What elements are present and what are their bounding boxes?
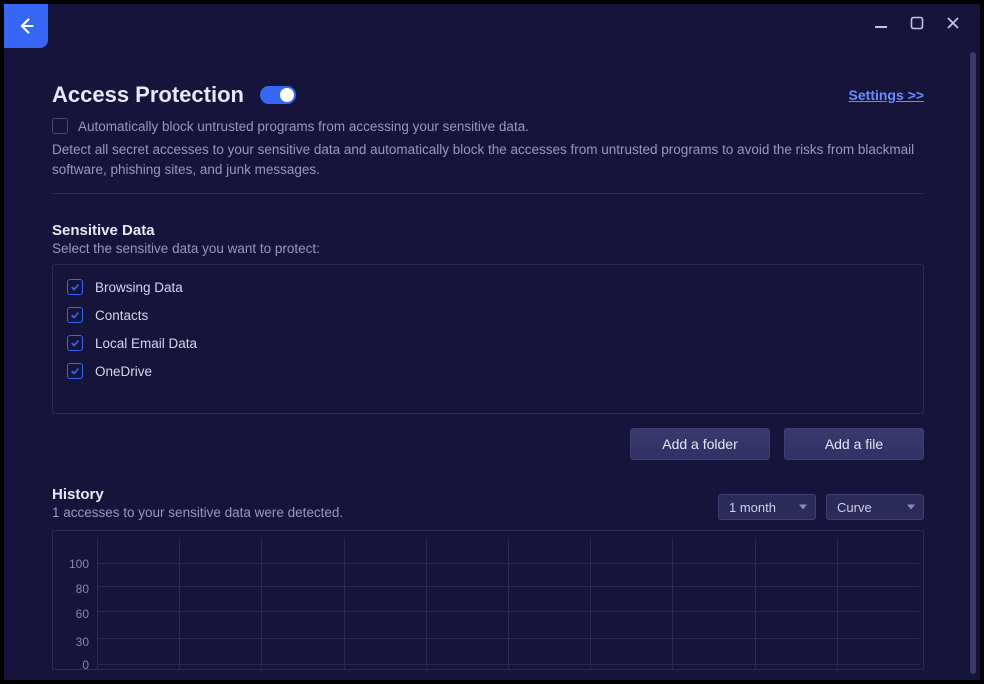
checkbox-browsing-data[interactable]: [67, 279, 83, 295]
description-text: Detect all secret accesses to your sensi…: [52, 140, 924, 179]
history-subtitle: 1 accesses to your sensitive data were d…: [52, 505, 708, 520]
checkbox-local-email-data[interactable]: [67, 335, 83, 351]
arrow-left-icon: [16, 16, 36, 36]
check-icon: [70, 338, 80, 348]
access-protection-toggle[interactable]: [260, 86, 296, 104]
y-tick: 80: [76, 582, 89, 596]
y-tick: 30: [76, 635, 89, 649]
close-button[interactable]: [946, 16, 960, 30]
maximize-button[interactable]: [910, 16, 924, 30]
y-tick: 0: [82, 658, 89, 670]
y-tick: 60: [76, 607, 89, 621]
dropdown-value: Curve: [837, 500, 872, 515]
auto-block-label: Automatically block untrusted programs f…: [78, 119, 529, 134]
item-label: OneDrive: [95, 364, 152, 379]
item-label: Contacts: [95, 308, 148, 323]
page-title: Access Protection: [52, 82, 244, 108]
close-icon: [946, 16, 960, 30]
dropdown-value: 1 month: [729, 500, 776, 515]
checkbox-onedrive[interactable]: [67, 363, 83, 379]
button-row: Add a folder Add a file: [52, 428, 924, 460]
auto-block-row: Automatically block untrusted programs f…: [52, 118, 924, 134]
checkbox-contacts[interactable]: [67, 307, 83, 323]
check-icon: [70, 366, 80, 376]
check-icon: [70, 310, 80, 320]
divider: [52, 193, 924, 194]
chevron-down-icon: [907, 505, 915, 510]
minimize-icon: [874, 16, 888, 30]
item-label: Browsing Data: [95, 280, 183, 295]
list-item: Local Email Data: [67, 335, 909, 351]
list-item: Browsing Data: [67, 279, 909, 295]
auto-block-checkbox[interactable]: [52, 118, 68, 134]
window-controls: [874, 4, 980, 30]
add-file-button[interactable]: Add a file: [784, 428, 924, 460]
content: Access Protection Settings >> Automatica…: [4, 46, 972, 680]
minimize-button[interactable]: [874, 16, 888, 30]
y-tick: 100: [69, 557, 89, 571]
chart-y-axis: 100 80 60 30 0: [53, 531, 93, 669]
history-header: History 1 accesses to your sensitive dat…: [52, 486, 924, 520]
sensitive-data-list: Browsing Data Contacts Local Email Data …: [52, 264, 924, 414]
sensitive-data-title: Sensitive Data: [52, 222, 924, 239]
maximize-icon: [910, 16, 924, 30]
view-type-dropdown[interactable]: Curve: [826, 494, 924, 520]
app-window: Access Protection Settings >> Automatica…: [4, 4, 980, 680]
item-label: Local Email Data: [95, 336, 197, 351]
titlebar: [4, 4, 980, 46]
toggle-knob: [280, 88, 294, 102]
history-chart: 100 80 60 30 0: [52, 530, 924, 670]
sensitive-data-subtitle: Select the sensitive data you want to pr…: [52, 241, 924, 256]
chevron-down-icon: [799, 505, 807, 510]
time-range-dropdown[interactable]: 1 month: [718, 494, 816, 520]
check-icon: [70, 282, 80, 292]
page-header: Access Protection Settings >>: [52, 82, 924, 108]
content-wrap: Access Protection Settings >> Automatica…: [4, 46, 980, 680]
vertical-scrollbar[interactable]: [970, 52, 976, 674]
list-item: OneDrive: [67, 363, 909, 379]
list-item: Contacts: [67, 307, 909, 323]
settings-link[interactable]: Settings >>: [849, 87, 924, 103]
back-button[interactable]: [4, 4, 48, 48]
add-folder-button[interactable]: Add a folder: [630, 428, 770, 460]
chart-grid: [97, 539, 919, 669]
history-title: History: [52, 486, 708, 503]
